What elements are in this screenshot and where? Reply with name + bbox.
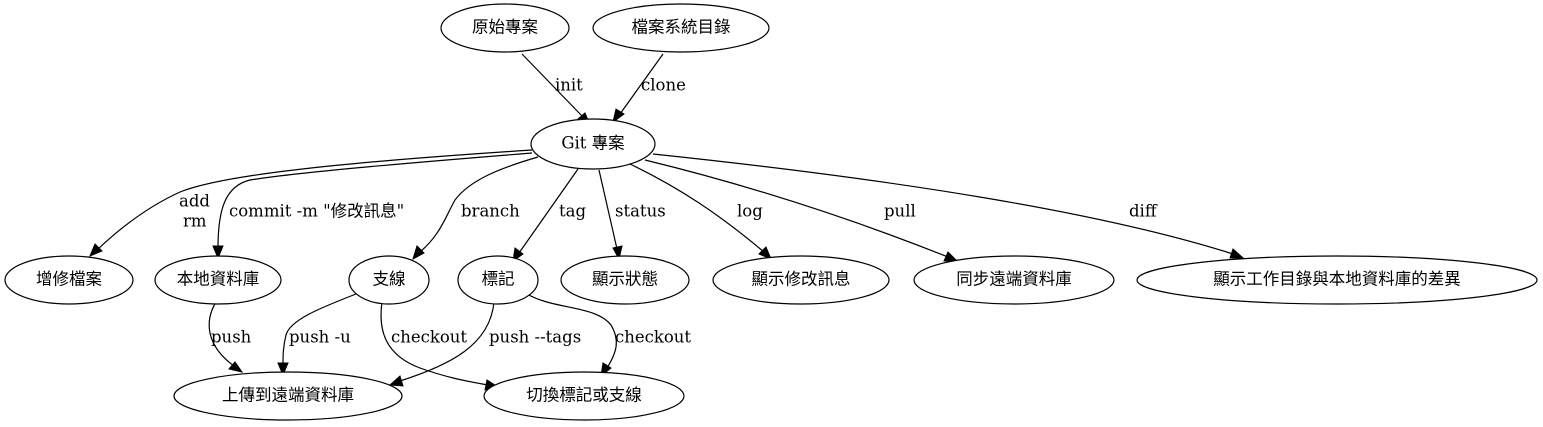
node-original-project: 原始專案 <box>440 3 570 53</box>
edge-label-status: status <box>615 202 666 221</box>
node-label-git-project: Git 專案 <box>561 134 625 153</box>
node-show-status: 顯示狀態 <box>560 255 690 305</box>
edge-push: push <box>208 301 252 373</box>
node-label-filesystem-dir: 檔案系統目錄 <box>632 18 731 37</box>
node-label-show-log: 顯示修改訊息 <box>752 270 851 289</box>
edge-push-u: push -u <box>277 293 357 377</box>
node-label-tag: 標記 <box>482 270 515 289</box>
node-label-original-project: 原始專案 <box>472 18 539 37</box>
edge-label-checkout-branch: checkout <box>391 328 467 347</box>
node-label-add-files: 增修檔案 <box>36 270 103 289</box>
edge-label-diff: diff <box>1129 202 1158 221</box>
edge-label-add: add <box>179 192 210 211</box>
edge-label-init: init <box>555 76 583 95</box>
node-label-show-status: 顯示狀態 <box>592 270 658 289</box>
edges: init clone add rm commit -m "修改訊息" branc… <box>89 53 1245 391</box>
node-tag: 標記 <box>457 255 539 305</box>
edge-pull: pull <box>644 159 959 262</box>
edge-label-push-u: push -u <box>289 328 351 347</box>
node-label-sync-remote: 同步遠端資料庫 <box>956 270 1072 289</box>
edge-label-push: push <box>211 328 252 347</box>
node-sync-remote: 同步遠端資料庫 <box>913 255 1115 305</box>
node-label-local-repo: 本地資料庫 <box>177 270 260 289</box>
edge-label-commit: commit -m "修改訊息" <box>229 202 404 221</box>
edge-label-tag: tag <box>559 202 586 221</box>
node-label-switch-tag-branch: 切換標記或支線 <box>526 386 642 405</box>
edge-clone: clone <box>612 53 686 124</box>
edge-init: init <box>521 53 591 127</box>
node-branch: 支線 <box>348 255 430 305</box>
node-local-repo: 本地資料庫 <box>154 255 282 305</box>
edge-branch: branch <box>412 156 539 261</box>
node-show-log: 顯示修改訊息 <box>712 255 890 305</box>
node-label-branch: 支線 <box>373 270 406 289</box>
node-add-files: 增修檔案 <box>4 255 134 305</box>
node-show-diff: 顯示工作目錄與本地資料庫的差異 <box>1136 255 1538 305</box>
git-workflow-diagram: init clone add rm commit -m "修改訊息" branc… <box>4 3 1538 421</box>
edge-label-clone: clone <box>641 76 686 95</box>
node-upload-remote: 上傳到遠端資料庫 <box>173 371 403 421</box>
node-filesystem-dir: 檔案系統目錄 <box>592 3 770 53</box>
node-git-project: Git 專案 <box>530 118 656 170</box>
edge-tag: tag <box>512 168 586 263</box>
edge-label-push-tags: push --tags <box>489 328 581 347</box>
edge-label-rm: rm <box>183 212 207 231</box>
edge-status: status <box>598 169 666 261</box>
edge-label-pull: pull <box>884 202 916 221</box>
edge-label-branch: branch <box>461 202 520 221</box>
node-label-show-diff: 顯示工作目錄與本地資料庫的差異 <box>1213 270 1461 289</box>
edge-label-checkout-tag: checkout <box>615 328 691 347</box>
edge-label-log: log <box>737 202 763 221</box>
node-label-upload-remote: 上傳到遠端資料庫 <box>222 386 354 405</box>
node-switch-tag-branch: 切換標記或支線 <box>483 371 685 421</box>
